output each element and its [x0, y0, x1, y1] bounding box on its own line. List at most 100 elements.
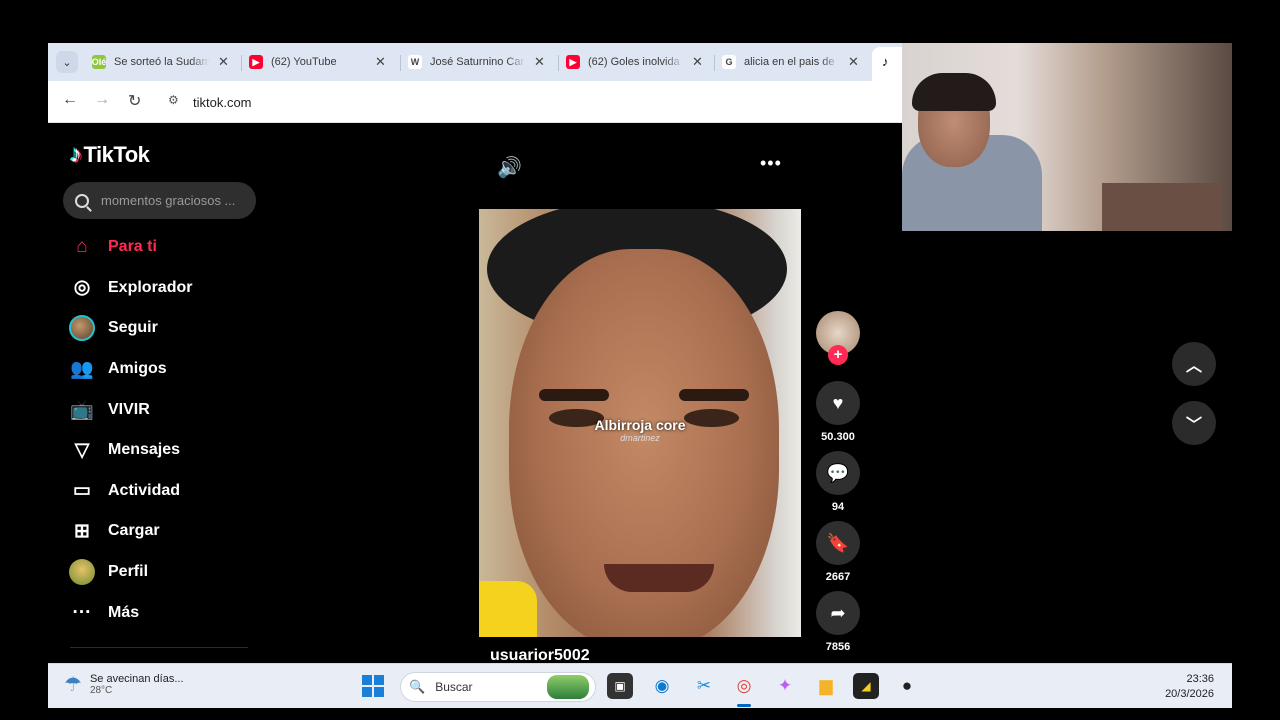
sidebar-item-label: Más — [108, 603, 140, 621]
forward-icon[interactable]: → — [94, 91, 110, 109]
more-options-icon[interactable]: ••• — [760, 153, 782, 174]
taskbar-search[interactable]: 🔍 Buscar — [400, 672, 596, 702]
volume-icon[interactable]: 🔊 — [497, 155, 522, 180]
close-tab-icon[interactable]: ✕ — [692, 54, 703, 70]
back-icon[interactable]: ← — [62, 91, 78, 109]
tab-title: alicia en el pais de — [744, 56, 835, 68]
comment-icon: 💬 — [826, 462, 850, 483]
share-count: 7856 — [825, 641, 851, 653]
close-tab-icon[interactable]: ✕ — [375, 54, 386, 70]
upload-icon: ⊞ — [74, 520, 90, 542]
sidebar-item-mensajes[interactable]: ▽ Mensajes — [68, 430, 192, 471]
share-icon: ➦ — [830, 602, 846, 623]
rain-icon: ☂ — [64, 674, 82, 696]
tab-title: José Saturnino Car — [430, 56, 525, 68]
tab-search-dropdown-button[interactable]: ⌄ — [56, 51, 78, 73]
home-icon: ⌂ — [76, 236, 88, 258]
previous-video-button[interactable]: ︿ — [1172, 342, 1216, 386]
close-tab-icon[interactable]: ✕ — [534, 54, 545, 70]
sidebar-menu: ⌂ Para ti ◎ Explorador Seguir 👥 Amigos 📺 VIVIR ▽ M… — [68, 227, 192, 633]
video-frame-microphone — [479, 581, 537, 637]
live-icon: 📺 — [70, 399, 94, 421]
messages-icon: ▽ — [74, 439, 90, 461]
tab-separator — [714, 55, 715, 71]
obs-icon[interactable]: ● — [894, 673, 920, 699]
browser-tab[interactable]: ▶ (62) YouTube ✕ — [249, 49, 386, 75]
sidebar-item-vivir[interactable]: 📺 VIVIR — [68, 389, 192, 430]
tiktok-logo-text: TikTok — [83, 142, 150, 167]
friends-icon: 👥 — [70, 359, 94, 381]
sidebar-item-label: Seguir — [108, 319, 158, 337]
browser-tab[interactable]: W José Saturnino Car ✕ — [408, 49, 545, 75]
taskbar-search-label: Buscar — [435, 680, 473, 694]
sidebar-item-label: Mensajes — [108, 441, 181, 459]
search-icon: 🔍 — [409, 679, 426, 694]
address-bar: ← → ↻ ⚙ tiktok.com — [48, 81, 902, 123]
close-tab-icon[interactable]: ✕ — [848, 54, 859, 70]
clock-time: 23:36 — [1186, 673, 1214, 685]
video-player[interactable]: Albirroja core dmartinez — [479, 209, 801, 637]
chevron-up-icon: ︿ — [1185, 358, 1202, 375]
weather-widget[interactable]: ☂ Se avecinan días... 28°C — [64, 672, 184, 697]
sidebar-item-label: Actividad — [108, 481, 181, 499]
share-button[interactable]: ➦ — [816, 591, 860, 635]
chevron-down-icon: ﹀ — [1185, 417, 1202, 434]
chrome-icon[interactable]: ◎ — [731, 673, 757, 699]
sidebar-item-label: VIVIR — [108, 400, 150, 418]
sidebar-item-label: Explorador — [108, 278, 193, 296]
copilot-icon[interactable]: ✦ — [772, 673, 798, 699]
tiktok-logo[interactable]: ♪ TikTok — [70, 141, 150, 169]
next-video-button[interactable]: ﹀ — [1172, 401, 1216, 445]
more-icon: ··· — [72, 601, 92, 623]
snipping-tool-icon[interactable]: ✂ — [691, 673, 717, 699]
search-input[interactable]: momentos graciosos ... — [63, 182, 256, 219]
browser-tab-bar: ⌄ Olé Se sorteó la Sudam ✕ ▶ (62) YouTube ✕ W J… — [48, 43, 912, 81]
browser-tab[interactable]: Galicia en el pais de ✕ — [722, 49, 859, 75]
comment-count: 94 — [831, 501, 845, 513]
weather-temp: 28°C — [89, 685, 113, 696]
screen: ⌄ Olé Se sorteó la Sudam ✕ ▶ (62) YouTube ✕ W J… — [48, 43, 1232, 708]
weather-text: Se avecinan días... — [89, 673, 184, 685]
sidebar-item-perfil[interactable]: Perfil — [68, 552, 192, 593]
file-explorer-icon[interactable]: ▆ — [813, 673, 839, 699]
sidebar-item-explorador[interactable]: ◎ Explorador — [68, 268, 193, 309]
sidebar-divider — [70, 647, 248, 648]
heart-icon: ♥ — [832, 392, 844, 413]
video-watermark: dmartinez — [620, 433, 660, 443]
system-clock[interactable]: 23:36 20/3/2026 — [1165, 672, 1214, 702]
edge-icon[interactable]: ◉ — [649, 673, 675, 699]
like-button[interactable]: ♥ — [816, 381, 860, 425]
start-button[interactable] — [362, 675, 384, 697]
reload-icon[interactable]: ↻ — [128, 91, 141, 111]
search-placeholder: momentos graciosos ... — [101, 193, 236, 208]
activity-icon: ▭ — [73, 480, 91, 502]
tab-title: (62) YouTube — [271, 56, 337, 68]
tab-title: Se sorteó la Sudam — [114, 56, 210, 68]
close-tab-icon[interactable]: ✕ — [218, 54, 229, 70]
browser-tab[interactable]: Olé Se sorteó la Sudam ✕ — [92, 49, 229, 75]
like-count: 50.300 — [821, 431, 855, 443]
follow-plus-button[interactable]: + — [828, 345, 848, 365]
task-view-icon[interactable]: ▣ — [607, 673, 633, 699]
search-icon — [75, 193, 89, 208]
sidebar-item-seguir[interactable]: Seguir — [68, 308, 192, 349]
sidebar-item-cargar[interactable]: ⊞ Cargar — [68, 511, 192, 552]
chrome-running-indicator — [737, 704, 751, 707]
save-button[interactable]: 🔖 — [816, 521, 860, 565]
sidebar-item-label: Cargar — [108, 522, 160, 540]
sidebar-item-amigos[interactable]: 👥 Amigos — [68, 349, 192, 390]
comment-button[interactable]: 💬 — [816, 451, 860, 495]
webcam-background-furniture — [1102, 183, 1222, 231]
tab-title: (62) Goles inolvida — [588, 56, 680, 68]
site-info-icon[interactable]: ⚙ — [168, 93, 184, 109]
video-caption: Albirroja core — [594, 417, 686, 433]
sidebar-item-parati[interactable]: ⌂ Para ti — [68, 227, 192, 268]
profile-avatar — [68, 558, 96, 586]
sidebar-item-ms[interactable]: ··· Más — [68, 592, 192, 633]
browser-tab[interactable]: ▶ (62) Goles inolvida ✕ — [566, 49, 703, 75]
sidebar-item-actividad[interactable]: ▭ Actividad — [68, 471, 192, 512]
creator-avatar[interactable]: + — [816, 311, 860, 365]
sticky-notes-icon[interactable]: ◢ — [853, 673, 879, 699]
url-field[interactable]: tiktok.com — [193, 95, 252, 110]
save-count: 2667 — [825, 571, 851, 583]
